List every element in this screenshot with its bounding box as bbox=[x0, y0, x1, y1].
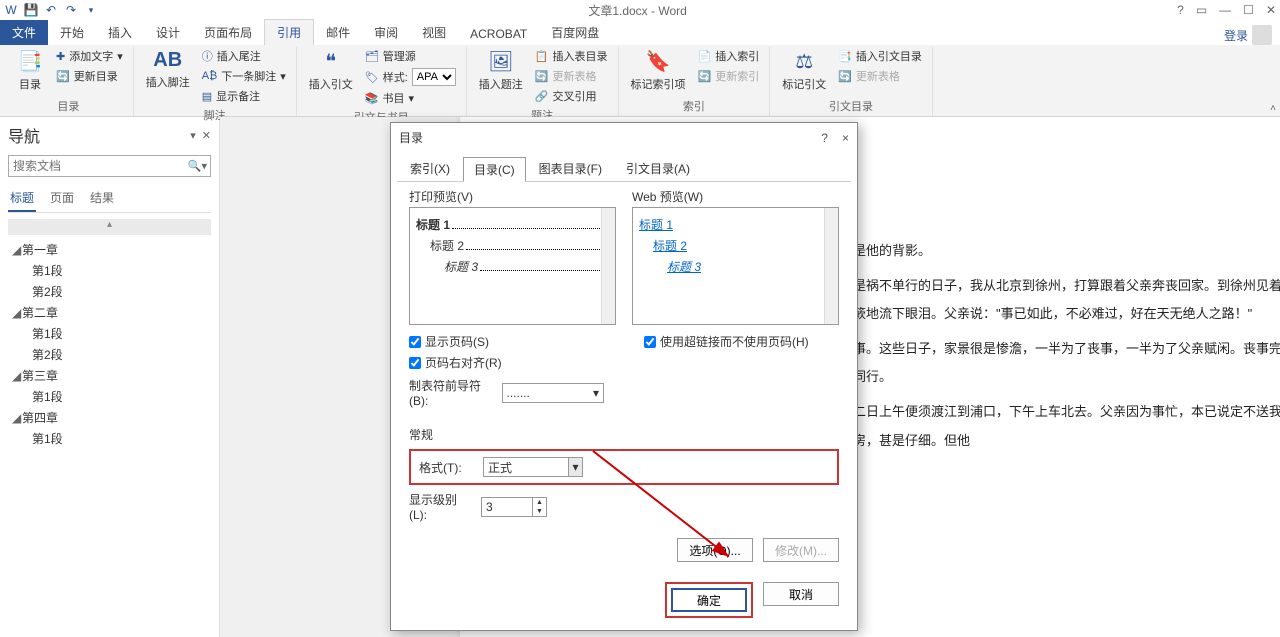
format-label: 格式(T): bbox=[419, 459, 475, 476]
dialog-tab-figures[interactable]: 图表目录(F) bbox=[528, 156, 613, 181]
bibliography-button[interactable]: 📚书目 ▾ bbox=[363, 89, 458, 107]
modify-button: 修改(M)... bbox=[763, 538, 839, 562]
update-index-button[interactable]: 🔄更新索引 bbox=[696, 67, 762, 85]
tab-baidu[interactable]: 百度网盘 bbox=[539, 20, 611, 45]
tab-layout[interactable]: 页面布局 bbox=[192, 20, 264, 45]
minimize-icon[interactable]: — bbox=[1219, 3, 1231, 17]
nav-item[interactable]: ◢第一章 bbox=[8, 239, 211, 260]
dialog-tab-toc[interactable]: 目录(C) bbox=[463, 157, 526, 182]
word-icon: W bbox=[4, 3, 18, 17]
show-notes-button[interactable]: ▤显示备注 bbox=[200, 87, 288, 105]
print-preview-label: 打印预览(V) bbox=[409, 188, 616, 205]
group-index: 索引 bbox=[627, 96, 762, 116]
dialog-help-icon[interactable]: ? bbox=[821, 131, 828, 145]
mark-index-button[interactable]: 🔖标记索引项 bbox=[627, 47, 690, 94]
collapse-ribbon-icon[interactable]: ˄ bbox=[1270, 103, 1276, 114]
toc-dialog: 目录 ? × 索引(X) 目录(C) 图表目录(F) 引文目录(A) 打印预览(… bbox=[390, 122, 858, 631]
update-authorities-button[interactable]: 🔄更新表格 bbox=[836, 67, 924, 85]
next-footnote-button[interactable]: A₿下一条脚注 ▾ bbox=[200, 67, 288, 85]
nav-item[interactable]: 第1段 bbox=[8, 323, 211, 344]
leader-label: 制表符前导符(B): bbox=[409, 377, 494, 408]
nav-search-input[interactable] bbox=[8, 155, 211, 177]
levels-label: 显示级别(L): bbox=[409, 491, 473, 522]
signin-link[interactable]: 登录 bbox=[1224, 25, 1280, 45]
tab-view[interactable]: 视图 bbox=[410, 20, 458, 45]
nav-title: 导航 bbox=[8, 123, 40, 147]
insert-citation-button[interactable]: ❝插入引文 bbox=[305, 47, 357, 94]
dialog-tab-authorities[interactable]: 引文目录(A) bbox=[615, 156, 701, 181]
cross-ref-button[interactable]: 🔗交叉引用 bbox=[533, 87, 610, 105]
ribbon-options-icon[interactable]: ▭ bbox=[1196, 3, 1207, 17]
print-preview-box: 标题 11 标题 23 标题 35 bbox=[409, 207, 616, 325]
save-icon[interactable]: 💾 bbox=[24, 3, 38, 17]
web-preview-box: 标题 1 标题 2 标题 3 bbox=[632, 207, 839, 325]
update-table-button[interactable]: 🔄更新表格 bbox=[533, 67, 610, 85]
maximize-icon[interactable]: ☐ bbox=[1243, 3, 1254, 17]
citation-style[interactable]: 🏷样式: APA bbox=[363, 67, 458, 87]
tab-mail[interactable]: 邮件 bbox=[314, 20, 362, 45]
insert-table-figures-button[interactable]: 📋插入表目录 bbox=[533, 47, 610, 65]
manage-sources-button[interactable]: 🗂管理源 bbox=[363, 47, 458, 65]
nav-item[interactable]: ◢第四章 bbox=[8, 407, 211, 428]
undo-icon[interactable]: ↶ bbox=[44, 3, 58, 17]
insert-footnote-button[interactable]: AB插入脚注 bbox=[142, 47, 194, 92]
nav-item[interactable]: ◢第三章 bbox=[8, 365, 211, 386]
group-authorities: 引文目录 bbox=[778, 96, 924, 116]
nav-item[interactable]: 第2段 bbox=[8, 281, 211, 302]
nav-item[interactable]: 第1段 bbox=[8, 260, 211, 281]
close-icon[interactable]: ✕ bbox=[1266, 3, 1276, 17]
nav-tab-results[interactable]: 结果 bbox=[88, 185, 116, 212]
dialog-title: 目录 bbox=[399, 129, 821, 146]
cancel-button[interactable]: 取消 bbox=[763, 582, 839, 606]
group-toc: 目录 bbox=[12, 96, 125, 116]
nav-dropdown-icon[interactable]: ▾ bbox=[190, 129, 196, 142]
search-icon[interactable]: 🔍▾ bbox=[188, 160, 207, 173]
tab-references[interactable]: 引用 bbox=[264, 19, 314, 45]
nav-tab-headings[interactable]: 标题 bbox=[8, 185, 36, 212]
format-combo[interactable]: 正式▾ bbox=[483, 457, 583, 477]
add-text-button[interactable]: ✚添加文字 ▾ bbox=[54, 47, 125, 65]
levels-spinner[interactable]: 3▲▼ bbox=[481, 497, 547, 517]
dialog-close-icon[interactable]: × bbox=[842, 131, 849, 145]
tab-design[interactable]: 设计 bbox=[144, 20, 192, 45]
redo-icon[interactable]: ↷ bbox=[64, 3, 78, 17]
tab-review[interactable]: 审阅 bbox=[362, 20, 410, 45]
tab-acrobat[interactable]: ACROBAT bbox=[458, 23, 539, 45]
ribbon-help-icon[interactable]: ? bbox=[1177, 3, 1184, 17]
nav-close-icon[interactable]: ✕ bbox=[202, 129, 211, 142]
ok-button[interactable]: 确定 bbox=[671, 588, 747, 612]
right-align-checkbox[interactable]: 页码右对齐(R) bbox=[409, 354, 604, 371]
insert-authorities-button[interactable]: 📑插入引文目录 bbox=[836, 47, 924, 65]
citation-style-select[interactable]: APA bbox=[412, 68, 456, 86]
update-toc-button[interactable]: 🔄更新目录 bbox=[54, 67, 125, 85]
show-pagenum-checkbox[interactable]: 显示页码(S) bbox=[409, 333, 604, 350]
use-hyperlinks-checkbox[interactable]: 使用超链接而不使用页码(H) bbox=[644, 333, 839, 350]
avatar bbox=[1252, 25, 1272, 45]
insert-caption-button[interactable]: 🖼插入题注 bbox=[475, 47, 527, 94]
general-section-label: 常规 bbox=[409, 426, 839, 443]
window-title: 文章1.docx - Word bbox=[98, 2, 1177, 19]
nav-collapse-bar[interactable]: ▴ bbox=[8, 219, 211, 235]
tab-file[interactable]: 文件 bbox=[0, 20, 48, 45]
mark-citation-button[interactable]: ⚖标记引文 bbox=[778, 47, 830, 94]
insert-index-button[interactable]: 📄插入索引 bbox=[696, 47, 762, 65]
nav-item[interactable]: ◢第二章 bbox=[8, 302, 211, 323]
leader-select[interactable]: .......▾ bbox=[502, 383, 605, 403]
nav-item[interactable]: 第1段 bbox=[8, 386, 211, 407]
nav-item[interactable]: 第1段 bbox=[8, 428, 211, 449]
dialog-tab-index[interactable]: 索引(X) bbox=[399, 156, 461, 181]
insert-endnote-button[interactable]: ⓘ插入尾注 bbox=[200, 47, 288, 65]
toc-button[interactable]: 📑目录 bbox=[12, 47, 48, 94]
options-button[interactable]: 选项(O)... bbox=[677, 538, 753, 562]
qat-more-icon[interactable]: ▾ bbox=[84, 3, 98, 17]
tab-home[interactable]: 开始 bbox=[48, 20, 96, 45]
tab-insert[interactable]: 插入 bbox=[96, 20, 144, 45]
web-preview-label: Web 预览(W) bbox=[632, 188, 839, 205]
nav-tab-pages[interactable]: 页面 bbox=[48, 185, 76, 212]
nav-item[interactable]: 第2段 bbox=[8, 344, 211, 365]
